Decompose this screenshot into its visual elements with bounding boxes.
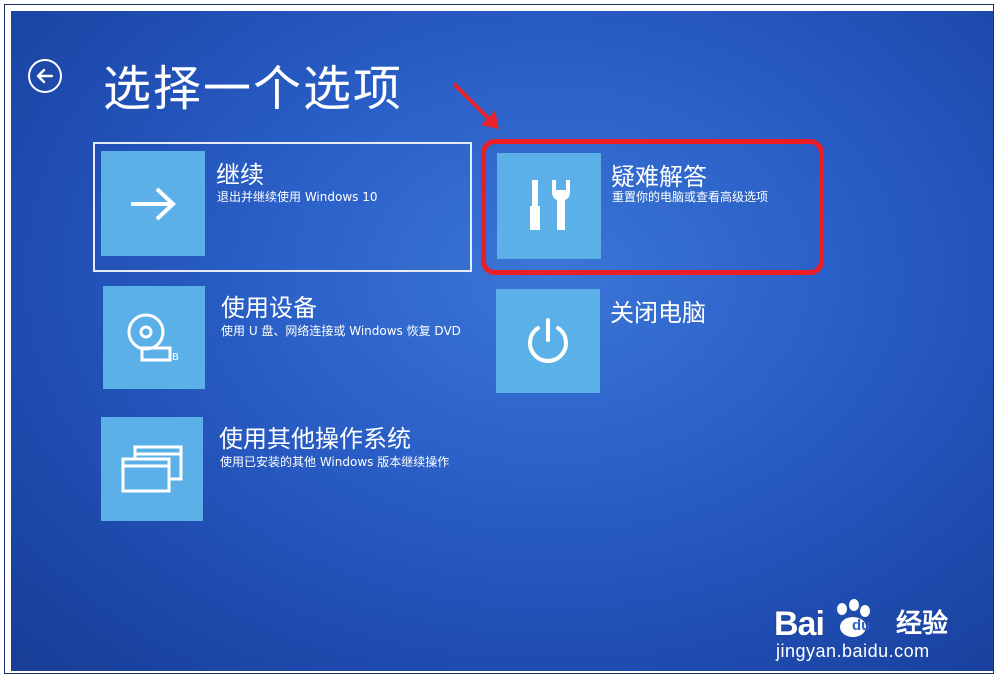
- option-other-os-description: 使用已安装的其他 Windows 版本继续操作: [220, 455, 450, 469]
- watermark-brand-suffix: du: [852, 617, 871, 634]
- screenshot-frame: 选择一个选项 继续 退出并继续使用 Windows 10 B 使用设备 使用 U…: [4, 4, 994, 674]
- red-highlight-annotation: [481, 139, 824, 275]
- disc-drive-icon: B: [127, 313, 179, 363]
- option-shutdown-tile: [496, 289, 600, 393]
- option-use-device-tile: B: [103, 286, 205, 389]
- option-other-os-label: 使用其他操作系统: [219, 425, 411, 453]
- svg-text:B: B: [172, 352, 179, 363]
- back-button[interactable]: [28, 59, 62, 93]
- option-use-device[interactable]: B 使用设备 使用 U 盘、网络连接或 Windows 恢复 DVD: [103, 286, 473, 396]
- option-shutdown[interactable]: 关闭电脑: [496, 289, 816, 399]
- option-other-os-tile: [101, 417, 203, 521]
- red-arrow-annotation: [453, 83, 499, 129]
- watermark-cn: 经验: [896, 609, 949, 639]
- option-use-device-label: 使用设备: [221, 294, 317, 322]
- page-title: 选择一个选项: [103, 61, 404, 117]
- watermark-url: jingyan.baidu.com: [776, 641, 930, 661]
- baidu-watermark: Bai 经验 jingyan.baidu.com du: [768, 579, 978, 669]
- back-arrow-circle-icon: [36, 68, 54, 84]
- option-shutdown-label: 关闭电脑: [610, 299, 706, 327]
- focus-outline: [93, 142, 472, 272]
- option-other-os[interactable]: 使用其他操作系统 使用已安装的其他 Windows 版本继续操作: [101, 417, 471, 529]
- windows-stack-icon: [121, 445, 183, 493]
- option-use-device-description: 使用 U 盘、网络连接或 Windows 恢复 DVD: [221, 324, 461, 338]
- recovery-screen: 选择一个选项 继续 退出并继续使用 Windows 10 B 使用设备 使用 U…: [11, 11, 993, 671]
- power-icon: [528, 318, 568, 363]
